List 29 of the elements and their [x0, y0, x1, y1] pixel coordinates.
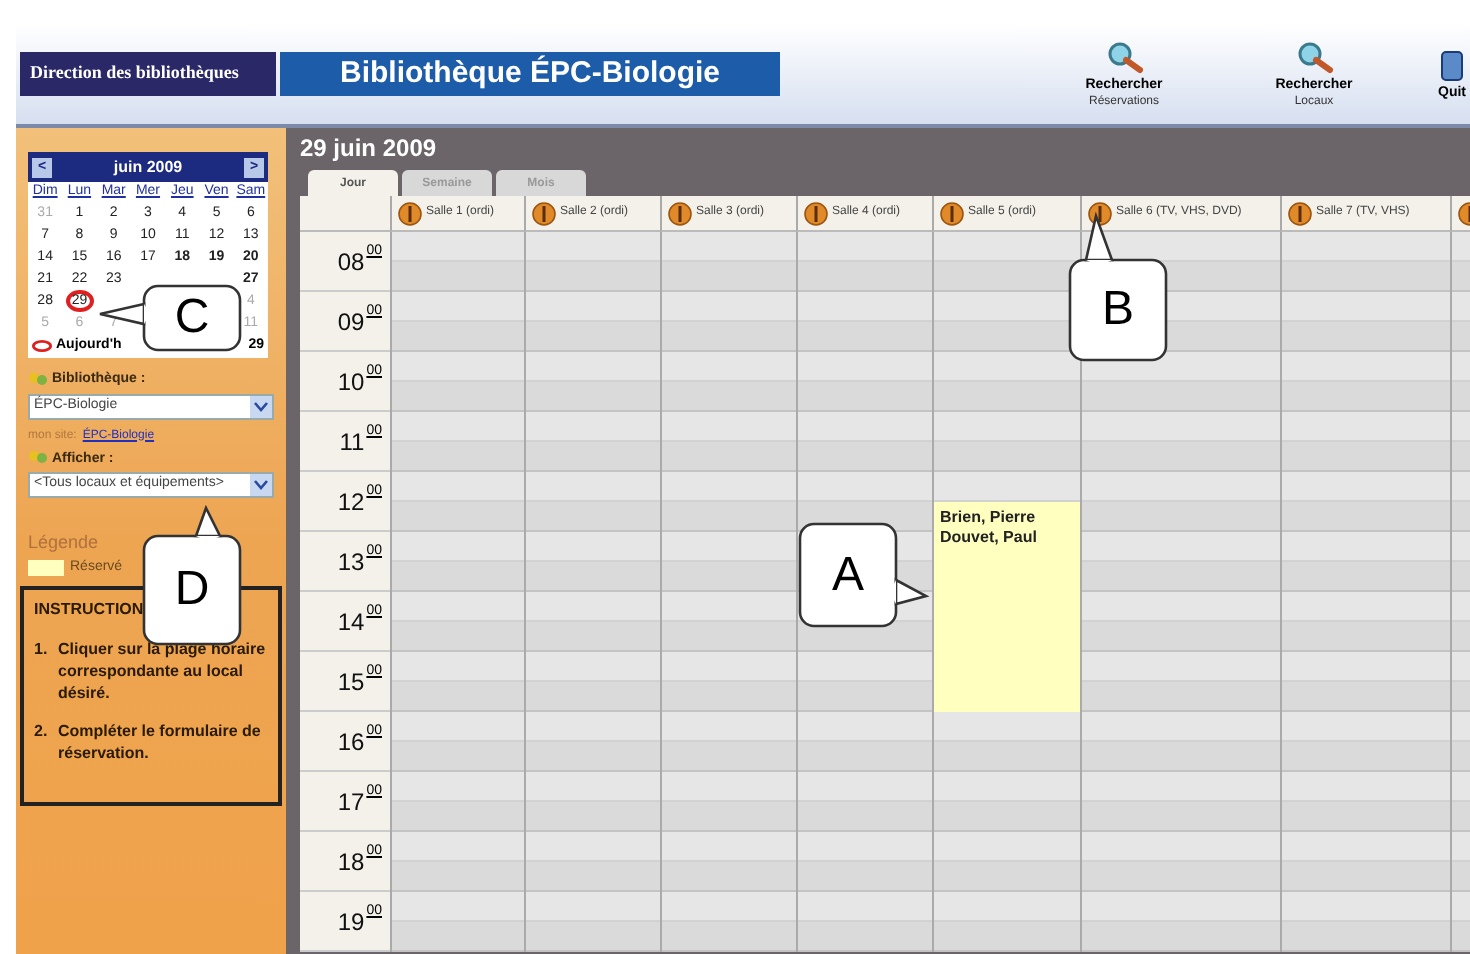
- instructions-title: INSTRUCTION: [34, 598, 146, 622]
- month-title: juin 2009: [113, 155, 183, 179]
- hour-label: 14: [337, 605, 365, 639]
- hour-label: 11: [339, 425, 365, 459]
- hour-label: 18: [337, 845, 365, 879]
- step-number: 2.: [34, 720, 50, 744]
- callout-letter: A: [830, 551, 866, 599]
- legend-title: Légende: [28, 530, 101, 556]
- step-number: 1.: [34, 638, 50, 662]
- step-text: Compléter le formulaire de réservation.: [58, 720, 263, 764]
- reservation-name: Brien, Pierre: [940, 508, 1038, 528]
- hour-label: 13: [337, 545, 365, 579]
- hour-label: 15: [337, 665, 365, 699]
- org-label: Direction des bibliothèques: [20, 52, 276, 96]
- hour-label: 08: [337, 245, 365, 279]
- hour-label: 12: [337, 485, 365, 519]
- callout-letter: C: [174, 294, 210, 342]
- hour-label: 17: [337, 785, 365, 819]
- callout-letter: D: [174, 566, 210, 614]
- reservation-name: Douvet, Paul: [940, 528, 1039, 548]
- app-title: Bibliothèque ÉPC-Biologie: [280, 52, 780, 96]
- schedule-date: 29 juin 2009: [300, 132, 439, 166]
- callout-letter: B: [1100, 286, 1136, 334]
- reservation-block[interactable]: Brien, Pierre Douvet, Paul: [934, 502, 1080, 712]
- hour-label: 16: [337, 725, 365, 759]
- hour-label: 19: [337, 905, 365, 939]
- step-text: Cliquer sur la plage horaire correspondante au local désiré.: [58, 638, 268, 704]
- hour-label: 10: [337, 365, 365, 399]
- hour-label: 09: [337, 305, 365, 339]
